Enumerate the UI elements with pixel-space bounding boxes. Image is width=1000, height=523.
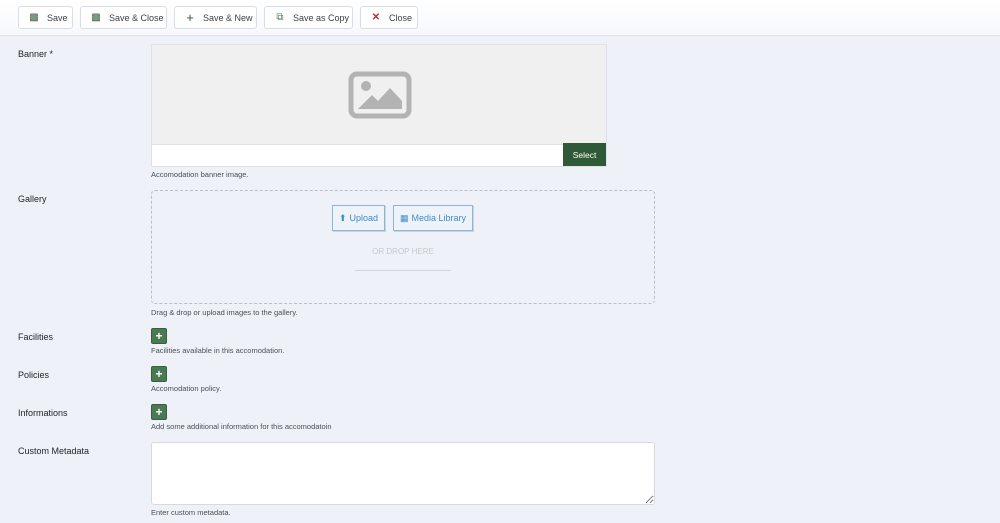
drop-text: OR DROP HERE — [372, 247, 434, 256]
metadata-label: Custom Metadata — [18, 446, 90, 456]
save-copy-button[interactable]: ⧉ Save as Copy — [264, 6, 353, 29]
gallery-help: Drag & drop or upload images to the gall… — [151, 308, 298, 317]
add-information-button[interactable]: + — [151, 404, 167, 420]
save-close-button[interactable]: ▩ Save & Close — [80, 6, 167, 29]
divider — [355, 270, 451, 271]
save-button[interactable]: ▩ Save — [18, 6, 73, 29]
save-icon: ▩ — [91, 12, 101, 23]
close-button[interactable]: ✕ Close — [360, 6, 418, 29]
copy-icon: ⧉ — [276, 12, 284, 23]
plus-icon: + — [186, 10, 194, 25]
policies-help: Accomodation policy. — [151, 384, 222, 393]
policies-label: Policies — [18, 370, 50, 380]
custom-metadata-textarea[interactable] — [151, 442, 655, 505]
facilities-help: Facilities available in this accomodatio… — [151, 346, 285, 355]
save-new-button[interactable]: + Save & New — [174, 6, 257, 29]
plus-icon: + — [155, 367, 163, 381]
toolbar: ▩ Save ▩ Save & Close + Save & New ⧉ Save as… — [0, 0, 1000, 36]
banner-field: Select — [151, 44, 607, 167]
banner-label: Banner * — [18, 49, 54, 59]
gallery-label: Gallery — [18, 194, 47, 204]
plus-icon: + — [155, 405, 163, 419]
facilities-label: Facilities — [18, 332, 54, 342]
add-facility-button[interactable]: + — [151, 328, 167, 344]
upload-button[interactable]: ⬆ Upload — [332, 205, 386, 231]
media-library-button[interactable]: ▦ Media Library — [393, 205, 474, 231]
add-policy-button[interactable]: + — [151, 366, 167, 382]
image-icon: ▦ — [400, 212, 409, 223]
upload-icon: ⬆ — [339, 212, 347, 223]
informations-help: Add some additional information for this… — [151, 422, 332, 431]
gallery-dropzone[interactable]: ⬆ Upload ▦ Media Library OR DROP HERE — [151, 190, 655, 304]
metadata-help: Enter custom metadata. — [151, 508, 231, 517]
save-icon: ▩ — [29, 12, 39, 23]
plus-icon: + — [155, 329, 163, 343]
select-button[interactable]: Select — [563, 143, 606, 166]
image-placeholder-icon — [348, 71, 412, 119]
informations-label: Informations — [18, 408, 68, 418]
banner-help: Accomodation banner image. — [151, 170, 249, 179]
close-icon: ✕ — [371, 12, 381, 23]
banner-path-input[interactable] — [152, 144, 565, 166]
